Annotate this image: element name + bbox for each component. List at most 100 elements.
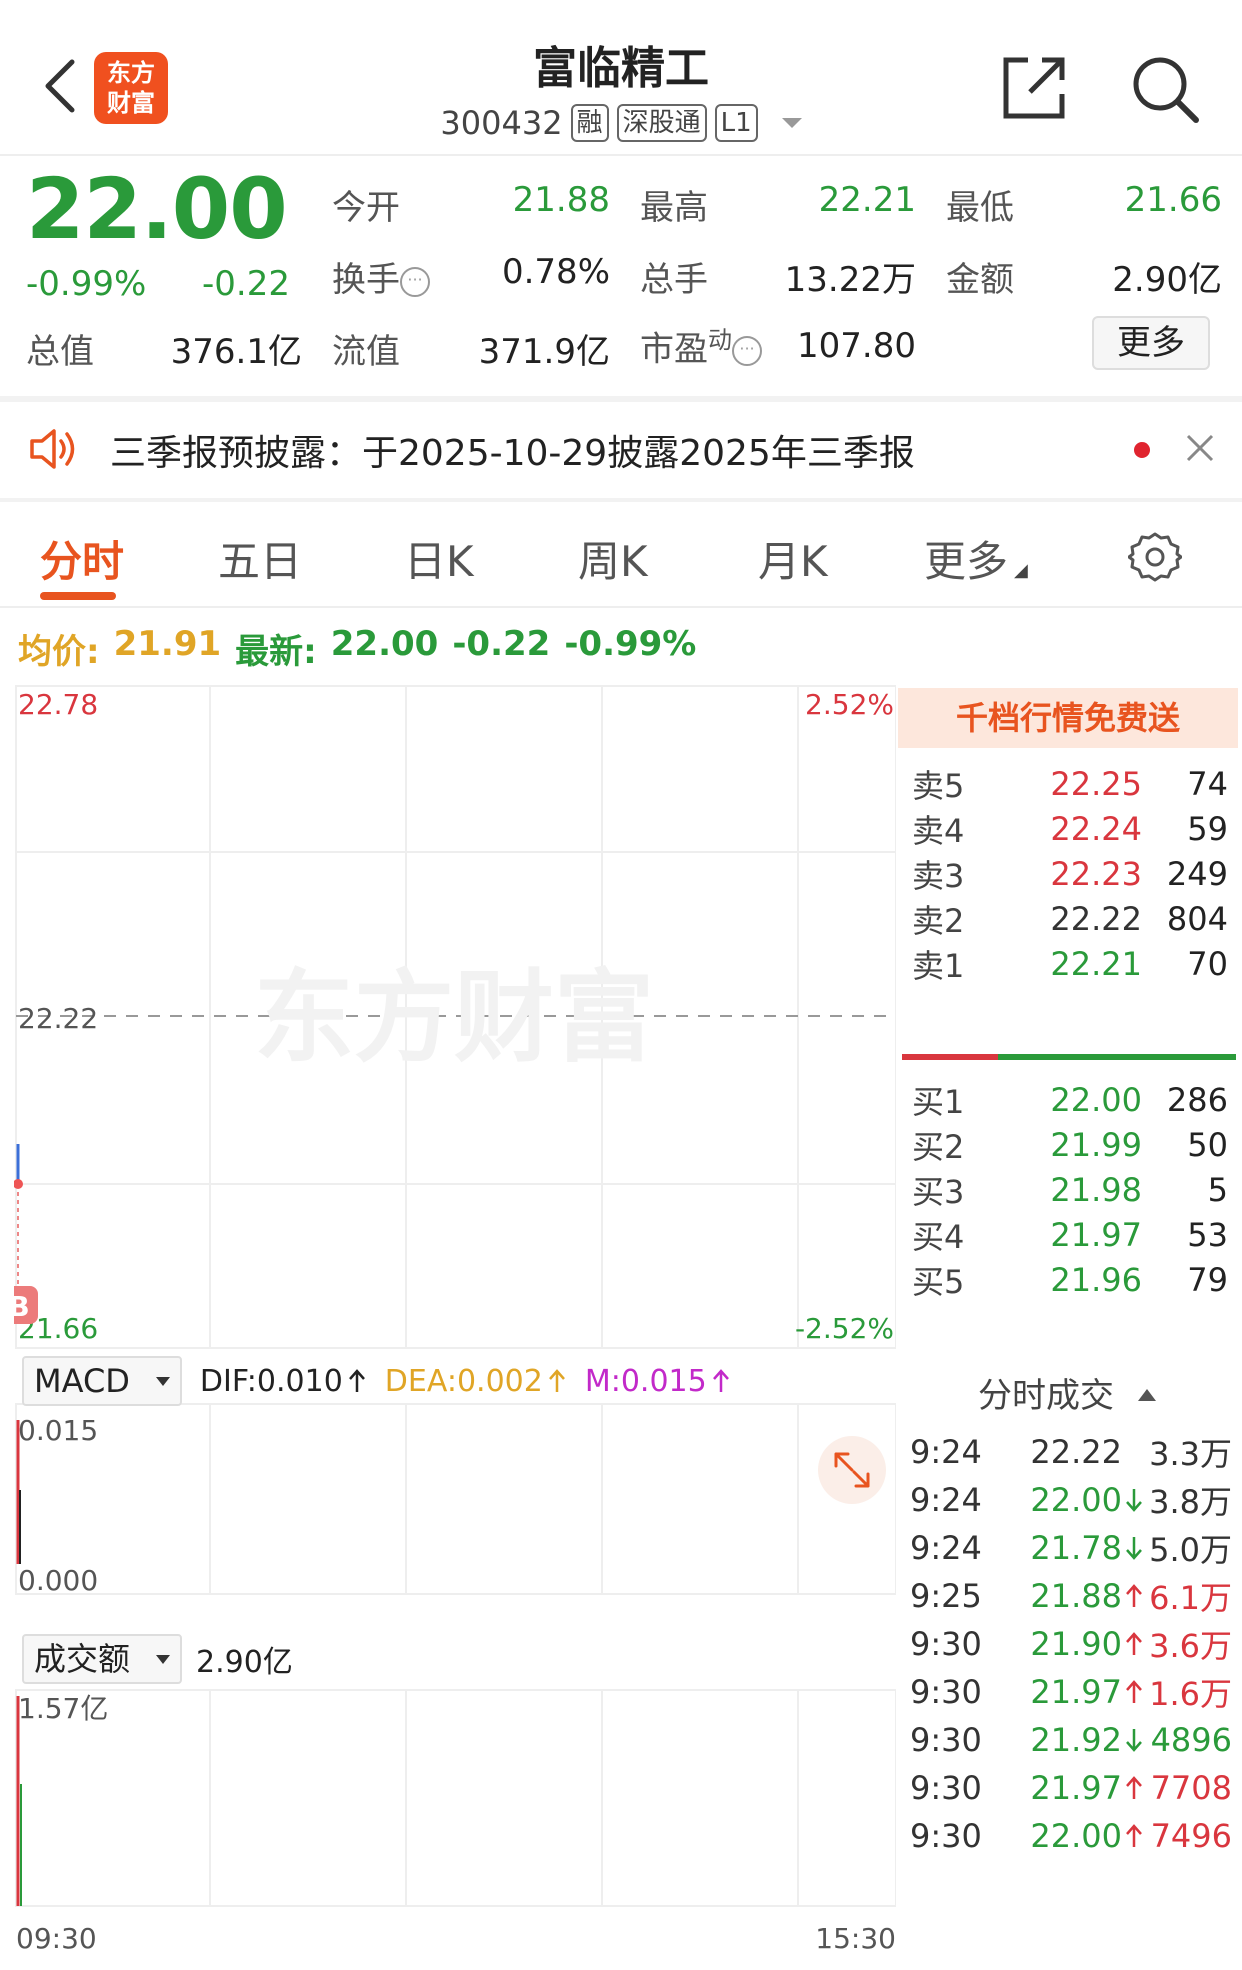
tick-volume: 3.6万 <box>1149 1627 1232 1665</box>
latest-change-percent: -0.99% <box>564 624 697 664</box>
open-label: 今开 <box>332 188 400 228</box>
ask-level-price: 22.24 <box>1050 810 1142 848</box>
latest-change: -0.22 <box>452 624 551 664</box>
ask-level-price: 22.22 <box>1050 900 1142 938</box>
amount-y-top: 1.57亿 <box>18 1692 108 1725</box>
latest-value: 22.00 <box>330 624 439 664</box>
arrow-down-icon <box>1122 1535 1146 1561</box>
high-label: 最高 <box>640 188 708 228</box>
intraday-summary: 均价: 21.91 最新: 22.00 -0.22 -0.99% <box>18 624 696 673</box>
tag-level: L1 <box>714 104 758 142</box>
collapse-caret-icon <box>1138 1389 1156 1401</box>
tab-weekly-k[interactable]: 周K <box>578 528 648 589</box>
dropdown-caret-icon[interactable] <box>781 118 802 128</box>
macd-selector-label: MACD <box>34 1362 130 1400</box>
bid-level-row[interactable]: 买5 21.96 79 <box>912 1252 1228 1308</box>
buy-marker[interactable]: B <box>14 1286 38 1324</box>
tick-volume: 3.8万 <box>1149 1483 1232 1521</box>
arrow-up-icon <box>548 1369 565 1392</box>
bid-level-price: 22.00 <box>1050 1081 1142 1119</box>
macd-grid <box>15 1403 896 1595</box>
arrow-down-icon <box>1122 1727 1146 1753</box>
chevron-down-icon <box>155 1376 170 1386</box>
pe-label[interactable]: 市盈动 ··· <box>640 320 762 370</box>
tab-monthly-k[interactable]: 月K <box>758 528 828 589</box>
arrow-up-icon <box>1122 1775 1146 1801</box>
notice-text[interactable]: 三季报预披露：于2025-10-29披露2025年三季报 <box>110 424 915 476</box>
tick-price: 22.22 <box>1030 1433 1122 1471</box>
info-icon[interactable]: ··· <box>400 267 430 297</box>
expand-icon[interactable] <box>818 1436 886 1504</box>
tick-volume: 7708 <box>1150 1769 1232 1807</box>
macd-dea: DEA:0.002 <box>385 1364 567 1399</box>
tick-price: 21.90 <box>1030 1625 1122 1663</box>
tag-connect: 深股通 <box>616 104 707 142</box>
ask-level-row[interactable]: 卖1 22.21 70 <box>912 936 1228 992</box>
bid-level-volume: 79 <box>1187 1261 1228 1299</box>
ask-level-price: 22.21 <box>1050 945 1142 983</box>
macd-m-value: M:0.015 <box>584 1363 707 1399</box>
arrow-up-icon <box>1122 1679 1146 1705</box>
ticks-title-label: 分时成交 <box>978 1376 1114 1416</box>
mktcap-label: 总值 <box>26 332 94 372</box>
pct-low-label: -2.52% <box>795 1312 894 1345</box>
arrow-up-icon <box>1122 1583 1146 1609</box>
amount-selector[interactable]: 成交额 <box>22 1634 183 1684</box>
tick-row: 9:30 22.00 7496 <box>910 1806 1232 1866</box>
tick-volume: 4896 <box>1150 1721 1232 1759</box>
macd-m: M:0.015 <box>585 1364 731 1399</box>
turnover-label[interactable]: 换手 ··· <box>332 252 430 301</box>
tick-time: 9:25 <box>910 1577 982 1615</box>
tab-intraday[interactable]: 分时 <box>40 528 124 589</box>
ask-bid-ratio-bar-sell <box>902 1054 998 1060</box>
stock-code: 300432 <box>440 104 563 142</box>
close-icon[interactable] <box>1182 430 1218 466</box>
gear-icon[interactable] <box>1128 530 1182 584</box>
tick-time: 9:30 <box>910 1625 982 1663</box>
tab-daily-k[interactable]: 日K <box>404 528 474 589</box>
price-point <box>14 1179 23 1189</box>
more-fields-button[interactable]: 更多 <box>1092 316 1210 370</box>
last-price: 22.00 <box>26 160 288 258</box>
tick-volume: 7496 <box>1150 1817 1232 1855</box>
tab-more[interactable]: 更多 ◢ <box>924 528 1028 589</box>
bid-level-price: 21.96 <box>1050 1261 1142 1299</box>
intraday-chart[interactable]: 东方财富 22.78 22.22 21.66 2.52% -2.52% B 0.… <box>14 684 896 1954</box>
open-value: 21.88 <box>512 180 610 220</box>
ask-bid-ratio-bar-buy <box>998 1054 1236 1060</box>
macd-selector[interactable]: MACD <box>22 1356 182 1406</box>
bid-level-price: 21.97 <box>1050 1216 1142 1254</box>
watermark: 东方财富 <box>254 959 654 1076</box>
float-label: 流值 <box>332 332 400 372</box>
divider <box>0 606 1242 608</box>
pct-high-label: 2.52% <box>805 688 894 721</box>
price-high-label: 22.78 <box>18 688 98 721</box>
low-value: 21.66 <box>1124 180 1222 220</box>
search-icon[interactable] <box>1128 52 1200 124</box>
tick-time: 9:30 <box>910 1769 982 1807</box>
avg-price-label: 均价: <box>18 632 100 672</box>
volume-value: 13.22万 <box>784 260 916 300</box>
tick-price: 22.00 <box>1030 1817 1122 1855</box>
tick-price: 21.78 <box>1030 1529 1122 1567</box>
arrow-up-icon <box>348 1369 365 1392</box>
share-icon[interactable] <box>998 52 1070 124</box>
bid-level-price: 21.98 <box>1050 1171 1142 1209</box>
bid-level-volume: 50 <box>1187 1126 1228 1164</box>
arrow-up-icon <box>712 1369 729 1392</box>
macd-dif: DIF:0.010 <box>200 1364 367 1399</box>
tick-price: 21.88 <box>1030 1577 1122 1615</box>
tick-price: 21.97 <box>1030 1769 1122 1807</box>
arrow-up-icon <box>1122 1631 1146 1657</box>
ask-level-volume: 74 <box>1187 765 1228 803</box>
info-icon[interactable]: ··· <box>732 336 762 367</box>
tick-price: 21.97 <box>1030 1673 1122 1711</box>
time-start-label: 09:30 <box>16 1922 97 1954</box>
active-tab-indicator <box>40 592 116 600</box>
time-end-label: 15:30 <box>815 1922 896 1954</box>
level2-promo-banner[interactable]: 千档行情免费送 <box>898 688 1238 748</box>
ask-level-price: 22.25 <box>1050 765 1142 803</box>
ticks-title[interactable]: 分时成交 <box>898 1368 1238 1417</box>
tick-volume: 6.1万 <box>1149 1579 1232 1617</box>
tab-five-day[interactable]: 五日 <box>218 528 302 589</box>
